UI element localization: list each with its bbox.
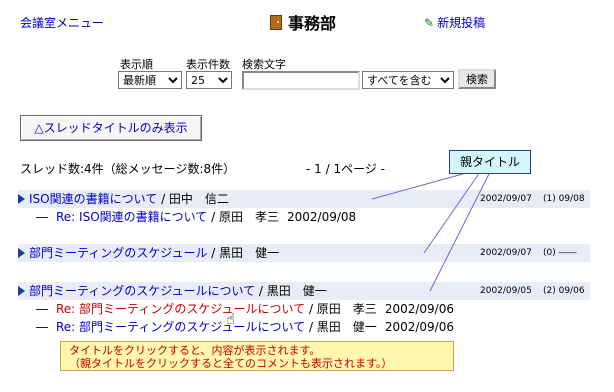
reply-date: 2002/09/06 <box>384 302 454 316</box>
reply-dash: ― <box>36 210 48 224</box>
help-note-line: （親タイトルをクリックすると全てのコメントも表示されます。） <box>69 357 393 370</box>
reply-dash: ― <box>36 320 48 334</box>
reply-row: ― Re: ISO関連の書籍について / 原田 孝三 2002/09/08 <box>36 210 357 224</box>
search-scope-select[interactable]: すべてを含む <box>362 71 454 89</box>
page-title-text: 事務部 <box>288 14 337 33</box>
thread-title-link[interactable]: ISO関連の書籍について <box>29 192 157 206</box>
count-select[interactable]: 25 <box>186 71 232 89</box>
thread-row: 部門ミーティングのスケジュールについて / 黒田 健一 2002/09/05 (… <box>18 282 590 300</box>
thread-date: 2002/09/07 <box>480 194 532 204</box>
meeting-room-menu-link[interactable]: 会議室メニュー <box>20 14 104 31</box>
door-icon <box>270 15 282 30</box>
expand-triangle-icon[interactable] <box>18 248 25 258</box>
reply-author: 原田 孝三 <box>316 302 377 316</box>
reply-date: 2002/09/06 <box>384 320 454 334</box>
callout-line <box>423 171 481 254</box>
reply-row: ― Re: 部門ミーティングのスケジュールについて / 原田 孝三 2002/09/… <box>36 302 454 316</box>
thread-date: 2002/09/07 <box>480 248 532 258</box>
search-input[interactable] <box>242 71 360 90</box>
pager: - 1 / 1ページ - <box>306 162 385 176</box>
reply-title-link-visited[interactable]: Re: 部門ミーティングのスケジュールについて <box>56 302 305 316</box>
search-button[interactable]: 検索 <box>458 69 496 89</box>
reply-author: 原田 孝三 <box>218 210 279 224</box>
order-select[interactable]: 最新順 <box>118 71 182 89</box>
help-note-line: タイトルをクリックすると、内容が表示されます。 <box>69 344 321 357</box>
thread-title-link[interactable]: 部門ミーティングのスケジュールについて <box>29 284 255 298</box>
order-label: 表示順 <box>120 58 153 71</box>
thread-replies: (0) ―― <box>543 248 577 258</box>
reply-row: ― Re: 部門ミーティングのスケジュールについて / 黒田 健一 2002/09/… <box>36 320 454 334</box>
thread-author: 黒田 健一 <box>266 284 327 298</box>
thread-date: 2002/09/05 <box>480 286 532 296</box>
reply-title-link[interactable]: Re: ISO関連の書籍について <box>56 210 207 224</box>
thread-title-link[interactable]: 部門ミーティングのスケジュール <box>29 246 207 260</box>
search-label: 検索文字 <box>242 58 286 71</box>
thread-author: 田中 信二 <box>168 192 229 206</box>
thread-count: スレッド数:4件（総メッセージ数:8件） <box>20 162 236 176</box>
new-post-link[interactable]: ✎ 新規投稿 <box>424 14 485 31</box>
thread-row: ISO関連の書籍について / 田中 信二 2002/09/07 (1) 09/0… <box>18 190 590 208</box>
expand-triangle-icon[interactable] <box>18 194 25 204</box>
parent-title-tooltip: 親タイトル <box>449 150 531 174</box>
thread-title-only-button[interactable]: △スレッドタイトルのみ表示 <box>20 115 202 141</box>
page-title: 事務部 <box>270 10 336 34</box>
reply-date: 2002/09/08 <box>286 210 357 224</box>
thread-replies: (2) 09/06 <box>543 286 585 296</box>
reply-dash: ― <box>36 302 48 316</box>
hand-cursor-icon: ☝ <box>226 310 236 328</box>
reply-title-link[interactable]: Re: 部門ミーティングのスケジュールについて <box>56 320 305 334</box>
pencil-icon: ✎ <box>424 16 435 30</box>
thread-author: 黒田 健一 <box>219 246 280 260</box>
thread-replies: (1) 09/08 <box>543 194 585 204</box>
expand-triangle-icon[interactable] <box>18 286 25 296</box>
count-label: 表示件数 <box>186 58 230 71</box>
new-post-label: 新規投稿 <box>437 16 486 30</box>
reply-author: 黒田 健一 <box>316 320 377 334</box>
thread-row: 部門ミーティングのスケジュール / 黒田 健一 2002/09/07 (0) ―… <box>18 244 590 262</box>
help-note: タイトルをクリックすると、内容が表示されます。 （親タイトルをクリックすると全て… <box>60 341 454 371</box>
